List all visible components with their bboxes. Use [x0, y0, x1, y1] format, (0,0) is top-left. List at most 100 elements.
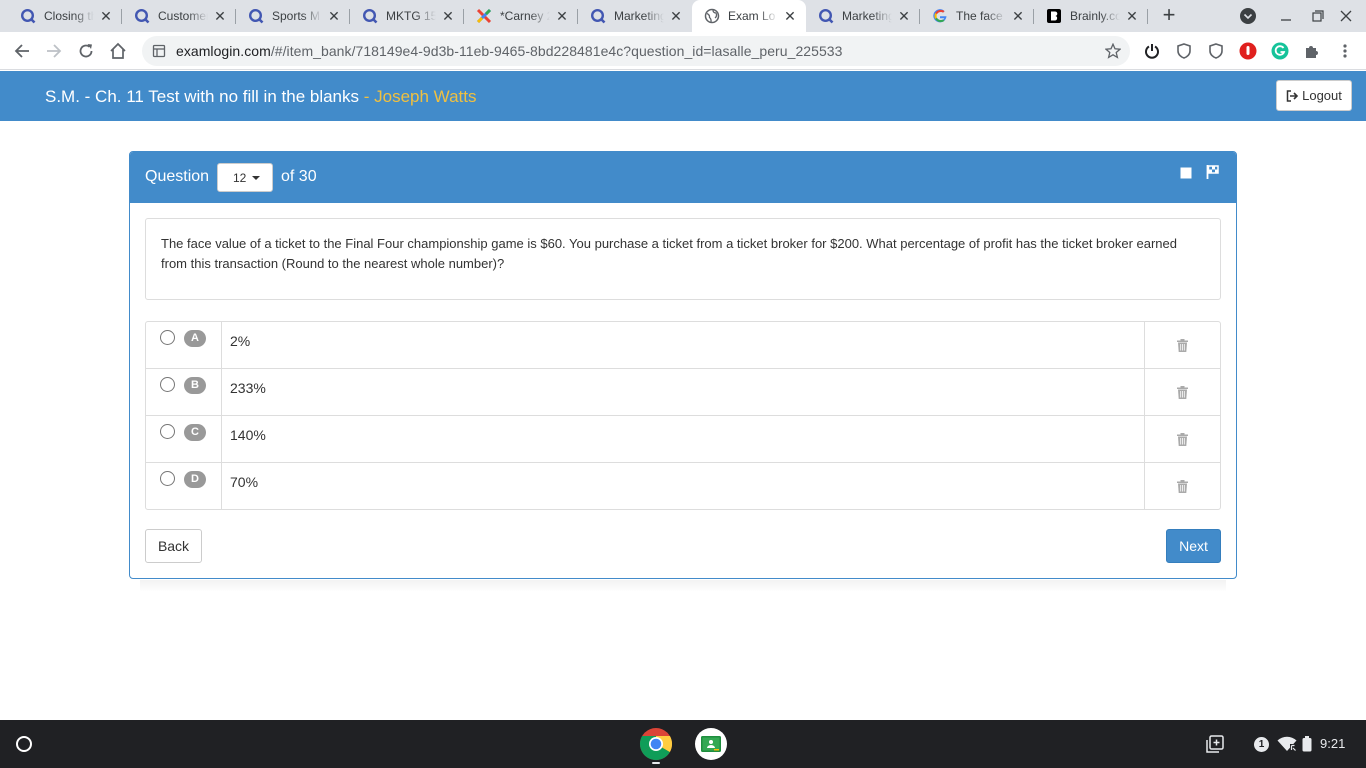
shield-extension-icon[interactable] [1207, 42, 1225, 60]
app-header: S.M. - Ch. 11 Test with no fill in the b… [0, 71, 1366, 121]
answer-eliminate-cell [1144, 369, 1220, 415]
url-text: examlogin.com/#/item_bank/718149e4-9d3b-… [176, 43, 843, 59]
browser-tab[interactable]: Sports M ✕ [236, 0, 350, 32]
power-extension-icon[interactable] [1143, 42, 1161, 60]
battery-icon[interactable] [1302, 734, 1312, 754]
address-bar[interactable]: examlogin.com/#/item_bank/718149e4-9d3b-… [142, 36, 1130, 66]
browser-tab[interactable]: Marketing ✕ [806, 0, 920, 32]
tab-title: Closing the [44, 9, 94, 23]
answer-row-d[interactable]: D 70% [146, 462, 1220, 509]
browser-tab[interactable]: Customer ✕ [122, 0, 236, 32]
tab-close-icon[interactable]: ✕ [554, 8, 570, 24]
browser-tab[interactable]: Brainly.co ✕ [1034, 0, 1148, 32]
tab-close-icon[interactable]: ✕ [212, 8, 228, 24]
question-number-value: 12 [233, 170, 247, 185]
browser-tab[interactable]: Marketing ✕ [578, 0, 692, 32]
trash-icon[interactable] [1177, 385, 1188, 399]
answer-row-a[interactable]: A 2% [146, 322, 1220, 368]
tab-title: MKTG 15 [386, 9, 436, 23]
tab-close-icon[interactable]: ✕ [440, 8, 456, 24]
clock[interactable]: 9:21 [1320, 736, 1345, 751]
holding-space-icon[interactable] [1206, 734, 1224, 754]
tab-close-icon[interactable]: ✕ [326, 8, 342, 24]
trash-icon[interactable] [1177, 338, 1188, 352]
globe-icon [704, 8, 720, 24]
tab-close-icon[interactable]: ✕ [896, 8, 912, 24]
panel-shadow [140, 580, 1226, 592]
question-label: Question [145, 168, 210, 185]
classroom-icon[interactable] [694, 727, 728, 761]
question-total: of 30 [281, 168, 317, 185]
answer-select-cell: A [146, 322, 222, 368]
os-shelf: 1 9:21 [0, 720, 1366, 768]
quizlet-icon [362, 8, 378, 24]
flag-icon[interactable] [1206, 165, 1220, 179]
wifi-icon[interactable] [1277, 734, 1297, 754]
reload-icon[interactable] [73, 38, 99, 64]
answer-radio-b[interactable] [160, 377, 175, 392]
answer-row-b[interactable]: B 233% [146, 368, 1220, 415]
tab-search-icon[interactable] [1238, 6, 1258, 26]
answer-select-cell: D [146, 463, 222, 509]
answer-text: 2% [230, 333, 251, 349]
logout-icon [1286, 89, 1299, 102]
bookmark-star-icon[interactable] [1104, 42, 1122, 60]
answer-row-c[interactable]: C 140% [146, 415, 1220, 462]
tab-close-icon[interactable]: ✕ [1010, 8, 1026, 24]
logout-button[interactable]: Logout [1276, 80, 1352, 111]
answer-eliminate-cell [1144, 416, 1220, 462]
back-button[interactable]: Back [145, 529, 202, 563]
tab-close-icon[interactable]: ✕ [1124, 8, 1140, 24]
kebab-menu-icon[interactable] [1336, 42, 1354, 60]
puzzle-extensions-icon[interactable] [1303, 42, 1321, 60]
minimize-icon[interactable] [1276, 6, 1296, 26]
question-number-dropdown[interactable]: 12 [217, 163, 273, 192]
user-name: - Joseph Watts [359, 87, 477, 106]
shield-extension-icon[interactable] [1175, 42, 1193, 60]
tab-title: *Carney 2 [500, 9, 550, 23]
new-tab-button[interactable]: + [1158, 4, 1180, 27]
brainly-icon [1046, 8, 1062, 24]
browser-tab-active[interactable]: Exam Lo ✕ [692, 0, 806, 32]
tab-close-icon[interactable]: ✕ [668, 8, 684, 24]
answer-radio-d[interactable] [160, 471, 175, 486]
trash-icon[interactable] [1177, 432, 1188, 446]
tab-title: Marketing [842, 9, 892, 23]
answer-choices: A 2% B 233% C 140% D 70% [145, 321, 1221, 510]
hand-stop-extension-icon[interactable] [1239, 42, 1257, 60]
browser-tab[interactable]: The face ✕ [920, 0, 1034, 32]
answer-letter-badge: C [184, 424, 206, 441]
trash-icon[interactable] [1177, 479, 1188, 493]
tab-separator [1147, 9, 1148, 24]
answer-letter-badge: A [184, 330, 206, 347]
question-header: Question 12 of 30 [130, 152, 1236, 203]
launcher-icon[interactable] [16, 736, 32, 752]
restore-icon[interactable] [1308, 6, 1328, 26]
chrome-icon[interactable] [639, 727, 673, 761]
answer-text: 140% [230, 427, 266, 443]
square-mark-icon[interactable] [1180, 166, 1194, 180]
answer-text: 233% [230, 380, 266, 396]
next-button[interactable]: Next [1166, 529, 1221, 563]
quizlet-icon [134, 8, 150, 24]
home-icon[interactable] [105, 38, 131, 64]
site-info-icon[interactable] [152, 43, 168, 59]
grammarly-icon[interactable] [1271, 42, 1289, 60]
notification-count: 1 [1254, 736, 1269, 752]
notification-badge[interactable]: 1 [1254, 734, 1269, 754]
answer-text: 70% [230, 474, 259, 490]
browser-tab[interactable]: *Carney 2 ✕ [464, 0, 578, 32]
quizlet-icon [590, 8, 606, 24]
browser-tab[interactable]: Closing the ✕ [8, 0, 122, 32]
forward-arrow-icon[interactable] [41, 38, 67, 64]
browser-tab[interactable]: MKTG 15 ✕ [350, 0, 464, 32]
answer-radio-a[interactable] [160, 330, 175, 345]
answer-radio-c[interactable] [160, 424, 175, 439]
tab-close-icon[interactable]: ✕ [98, 8, 114, 24]
close-window-icon[interactable] [1336, 6, 1356, 26]
answer-eliminate-cell [1144, 322, 1220, 368]
tab-title: The face [956, 9, 1003, 23]
tab-close-icon[interactable]: ✕ [782, 8, 798, 24]
back-arrow-icon[interactable] [9, 38, 35, 64]
caret-down-icon [252, 175, 261, 180]
